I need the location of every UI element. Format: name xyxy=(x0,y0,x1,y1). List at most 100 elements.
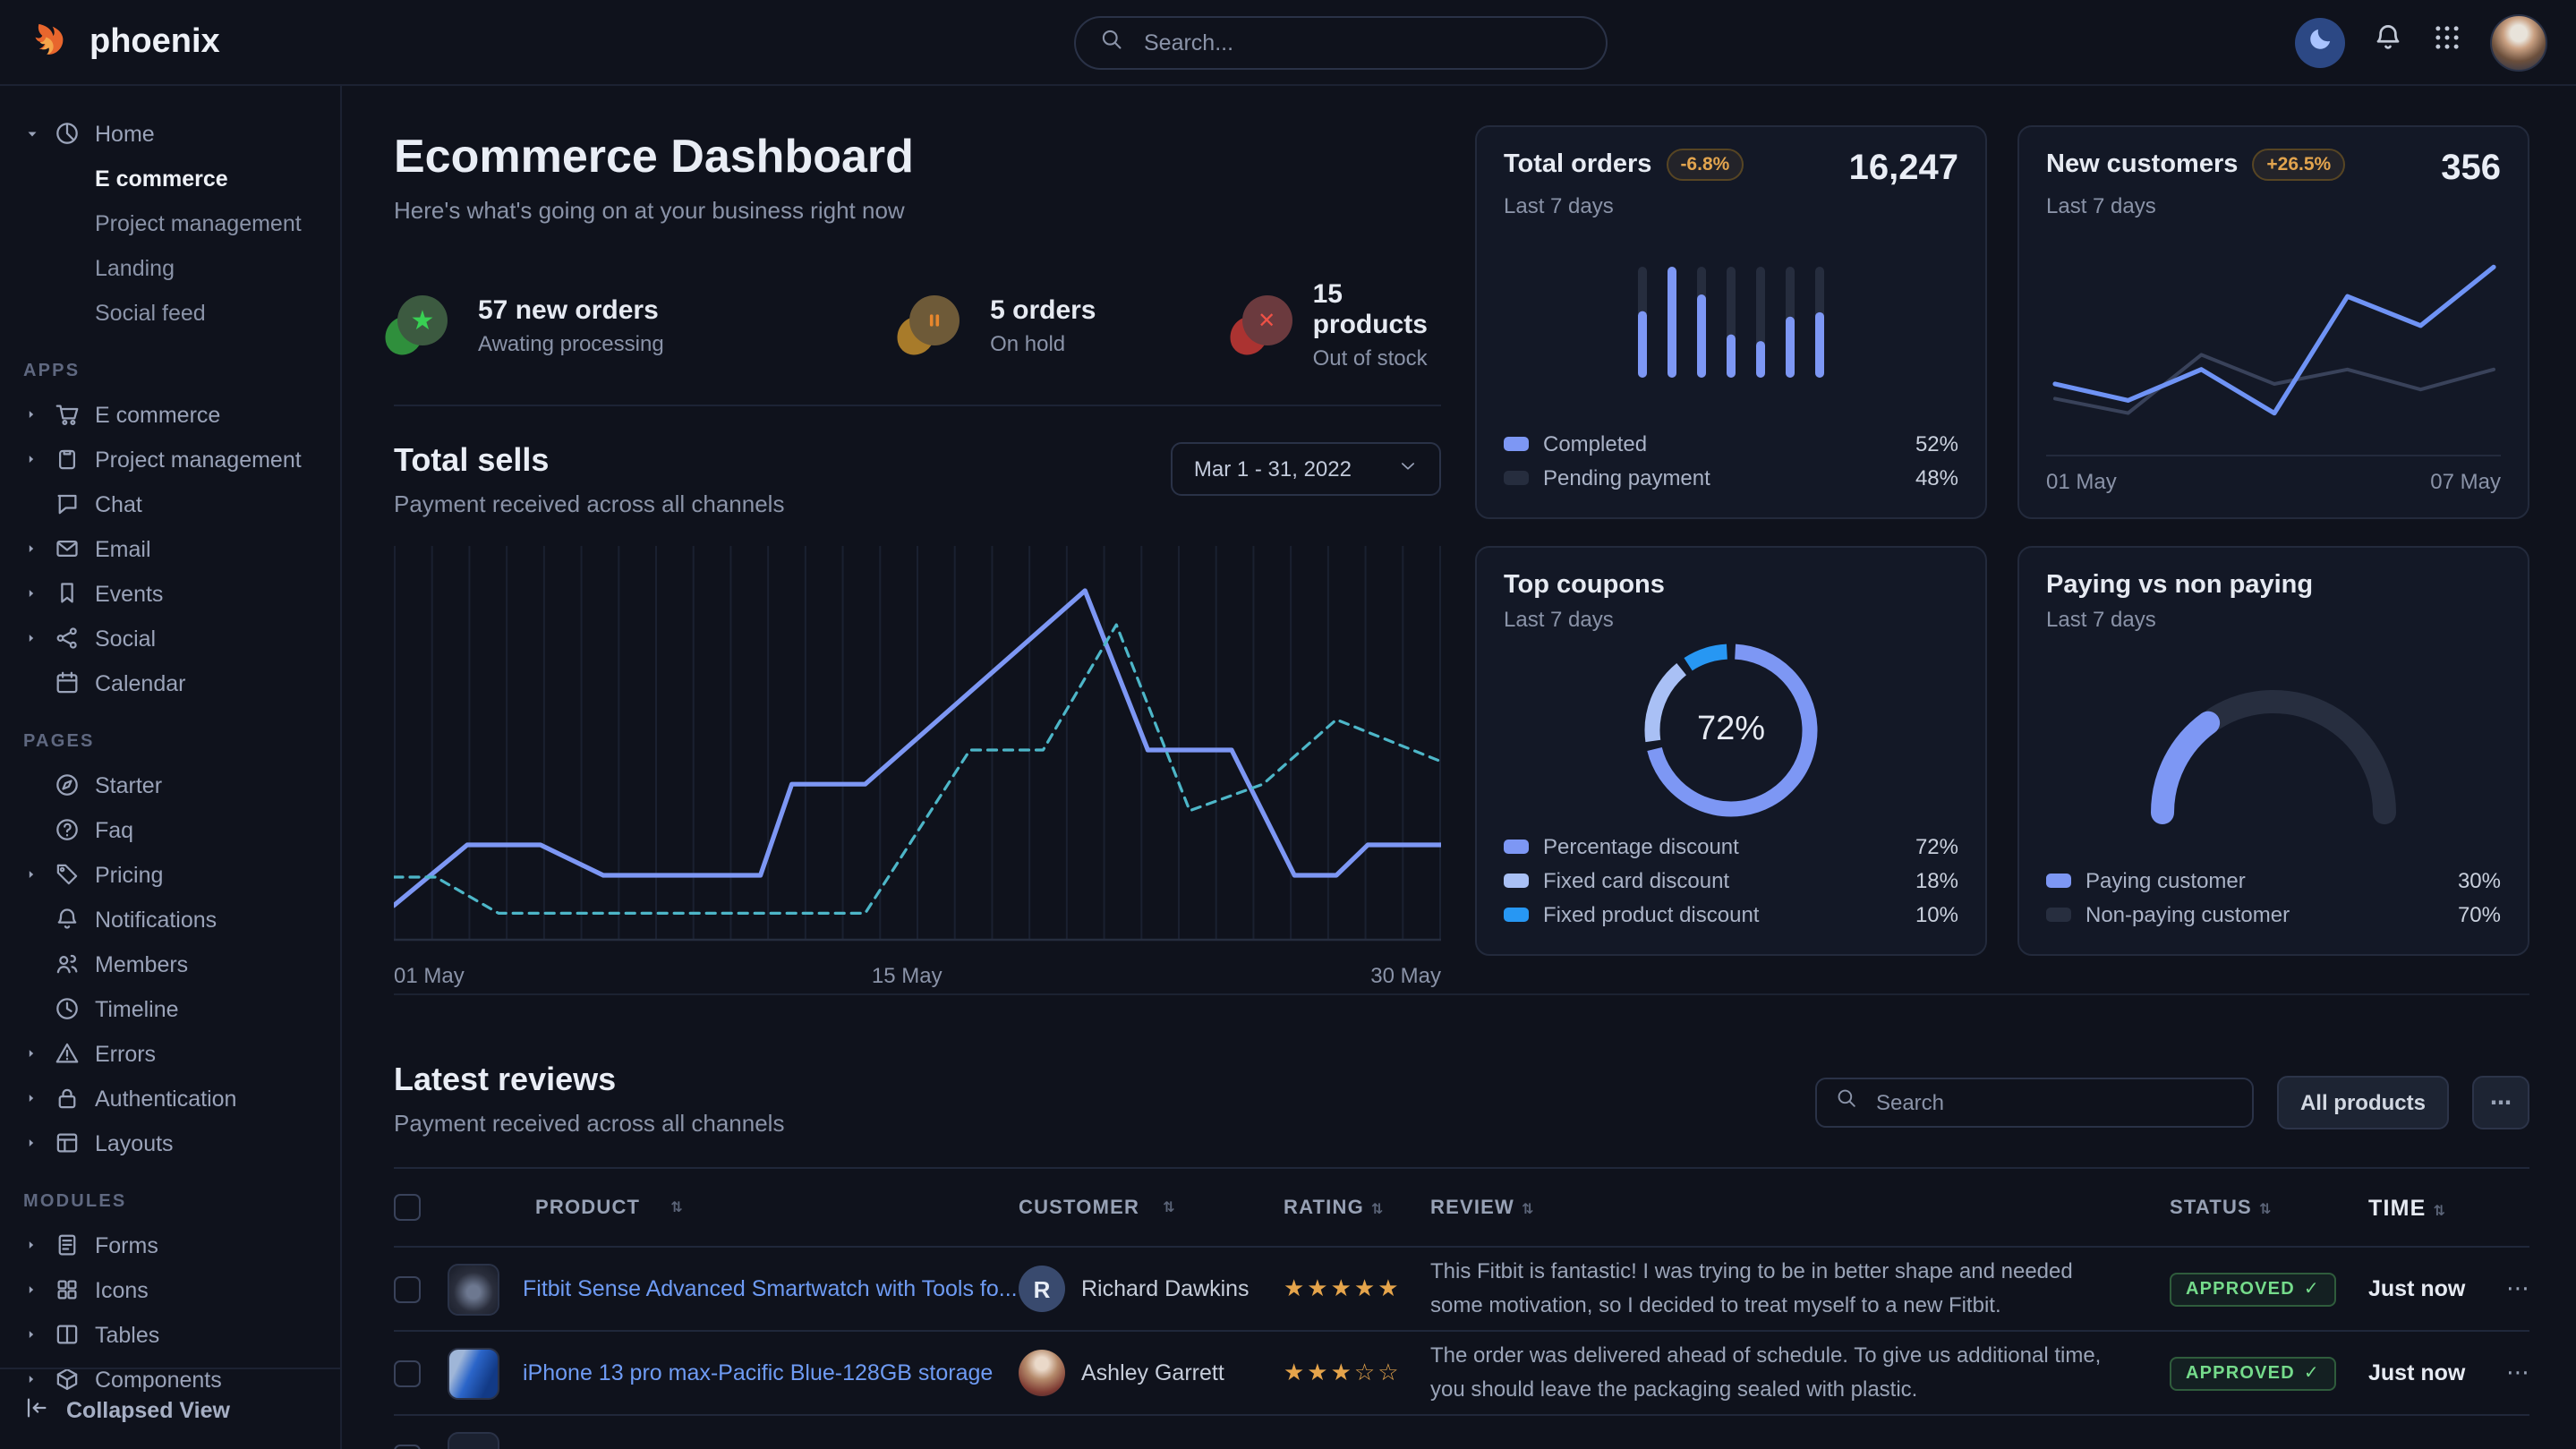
tag-icon xyxy=(54,861,81,888)
caret-right-icon xyxy=(25,1283,38,1296)
select-all-checkbox[interactable] xyxy=(394,1194,421,1221)
card-period: Last 7 days xyxy=(2046,193,2501,218)
product-link[interactable]: Fitbit Sense Advanced Smartwatch with To… xyxy=(523,1276,1018,1301)
reviews-search[interactable] xyxy=(1815,1078,2254,1128)
sidebar-subitem-project-management[interactable]: Project management xyxy=(0,200,340,245)
review-text: The order was delivered ahead of schedul… xyxy=(1430,1340,2127,1406)
legend-swatch xyxy=(1504,839,1529,853)
sidebar-item-project-management[interactable]: Project management xyxy=(0,437,340,482)
sidebar-subitem-e-commerce[interactable]: E commerce xyxy=(0,156,340,200)
sidebar-subitem-landing[interactable]: Landing xyxy=(0,245,340,290)
caret-right-icon xyxy=(25,1328,38,1341)
row-menu-button[interactable]: ⋯ xyxy=(2490,1359,2529,1387)
apps-menu-button[interactable] xyxy=(2431,21,2463,63)
date-range-select[interactable]: Mar 1 - 31, 2022 xyxy=(1171,442,1441,496)
reviews-search-input[interactable] xyxy=(1872,1088,2234,1117)
total-sells-chart: 01 May 15 May 30 May xyxy=(394,546,1441,995)
column-header-rating[interactable]: RATING⇅ xyxy=(1284,1197,1430,1218)
sidebar-item-social[interactable]: Social xyxy=(0,616,340,661)
sidebar-item-e-commerce[interactable]: E commerce xyxy=(0,392,340,437)
column-header-time[interactable]: TIME⇅ xyxy=(2368,1195,2490,1220)
row-checkbox[interactable] xyxy=(394,1360,421,1386)
sidebar-item-errors[interactable]: Errors xyxy=(0,1031,340,1076)
column-header-review[interactable]: REVIEW⇅ xyxy=(1430,1197,2170,1218)
cart-icon xyxy=(54,401,81,428)
bell-icon xyxy=(54,906,81,933)
clipboard-icon xyxy=(54,446,81,473)
sidebar-item-faq[interactable]: Faq xyxy=(0,807,340,852)
sidebar-item-chat[interactable]: Chat xyxy=(0,482,340,526)
alert-icon xyxy=(54,1040,81,1067)
column-header-product[interactable]: PRODUCT⇅ xyxy=(448,1197,1019,1218)
main-content: Ecommerce Dashboard Here's what's going … xyxy=(342,86,2576,1449)
customer-avatar xyxy=(1019,1350,1065,1396)
total-sells-chart-svg xyxy=(394,546,1441,943)
sidebar-item-starter[interactable]: Starter xyxy=(0,763,340,807)
pie-chart-icon xyxy=(54,120,81,147)
stats-divider xyxy=(394,405,1441,406)
sidebar-item-home[interactable]: Home xyxy=(0,111,340,156)
collapsed-view-button[interactable]: Collapsed View xyxy=(0,1368,340,1449)
legend-label: Non-paying customer xyxy=(2086,901,2290,926)
sidebar-item-notifications[interactable]: Notifications xyxy=(0,897,340,942)
sidebar-item-email[interactable]: Email xyxy=(0,526,340,571)
product-link[interactable]: iPhone 13 pro max-Pacific Blue-128GB sto… xyxy=(523,1360,993,1385)
notifications-button[interactable] xyxy=(2372,21,2404,63)
column-header-status[interactable]: STATUS⇅ xyxy=(2170,1197,2368,1218)
sidebar-item-forms[interactable]: Forms xyxy=(0,1223,340,1267)
customer-name[interactable]: Ashley Garrett xyxy=(1081,1360,1224,1385)
review-text: This Fitbit is fantastic! I was trying t… xyxy=(1430,1256,2127,1322)
card-period: Last 7 days xyxy=(1504,193,1958,218)
legend-row: Non-paying customer70% xyxy=(2046,897,2501,931)
legend-swatch xyxy=(1504,873,1529,887)
total-sells-subtitle: Payment received across all channels xyxy=(394,490,784,517)
row-menu-button[interactable]: ⋯ xyxy=(2490,1274,2529,1303)
brand-logo[interactable]: phoenix xyxy=(29,19,220,65)
caret-right-icon xyxy=(25,1092,38,1104)
card-value: 16,247 xyxy=(1849,150,1958,186)
sidebar-item-icons[interactable]: Icons xyxy=(0,1267,340,1312)
page-title: Ecommerce Dashboard xyxy=(394,129,1441,184)
product-thumbnail[interactable] xyxy=(448,1431,499,1449)
paying-legend: Paying customer30%Non-paying customer70% xyxy=(2046,863,2501,931)
reviews-more-button[interactable]: ⋯ xyxy=(2472,1076,2529,1129)
bell-icon xyxy=(2372,21,2404,54)
user-avatar[interactable] xyxy=(2490,13,2547,71)
customer-name[interactable]: Richard Dawkins xyxy=(1081,1276,1250,1301)
compass-icon xyxy=(54,771,81,798)
sidebar-item-label: Notifications xyxy=(95,907,217,932)
product-thumbnail[interactable] xyxy=(448,1263,499,1315)
paying-gauge-chart xyxy=(2121,661,2426,833)
sidebar-item-label: Faq xyxy=(95,817,133,842)
theme-toggle-button[interactable] xyxy=(2295,17,2345,67)
sidebar-item-label: E commerce xyxy=(95,402,220,427)
legend-label: Completed xyxy=(1543,430,1647,456)
global-search[interactable] xyxy=(1074,16,1608,70)
sidebar-item-events[interactable]: Events xyxy=(0,571,340,616)
search-icon xyxy=(1099,26,1124,60)
column-header-customer[interactable]: CUSTOMER⇅ xyxy=(1019,1197,1284,1218)
row-checkbox[interactable] xyxy=(394,1275,421,1302)
sidebar-item-tables[interactable]: Tables xyxy=(0,1312,340,1357)
customers-x-labels: 01 May 07 May xyxy=(2046,455,2501,494)
stat-1: ★57 new ordersAwating processing xyxy=(394,294,906,355)
caret-right-icon xyxy=(25,1239,38,1251)
grid9-icon xyxy=(2431,21,2463,54)
sidebar-section-label: APPS xyxy=(0,335,340,392)
sidebar-item-timeline[interactable]: Timeline xyxy=(0,986,340,1031)
app-root: phoenix HomeE commerceProject management… xyxy=(0,0,2576,1449)
all-products-button[interactable]: All products xyxy=(2277,1076,2449,1129)
sidebar-item-authentication[interactable]: Authentication xyxy=(0,1076,340,1121)
global-search-input[interactable] xyxy=(1140,29,1582,57)
sidebar-item-members[interactable]: Members xyxy=(0,942,340,986)
sidebar-item-pricing[interactable]: Pricing xyxy=(0,852,340,897)
sidebar-item-calendar[interactable]: Calendar xyxy=(0,661,340,705)
row-checkbox[interactable] xyxy=(394,1444,421,1449)
collapse-icon xyxy=(23,1394,50,1426)
product-thumbnail[interactable] xyxy=(448,1347,499,1399)
sidebar-item-layouts[interactable]: Layouts xyxy=(0,1121,340,1165)
legend-row: Completed52% xyxy=(1504,426,1958,460)
sidebar-subitem-social-feed[interactable]: Social feed xyxy=(0,290,340,335)
card-title: New customers xyxy=(2046,150,2238,179)
legend-label: Fixed product discount xyxy=(1543,901,1759,926)
